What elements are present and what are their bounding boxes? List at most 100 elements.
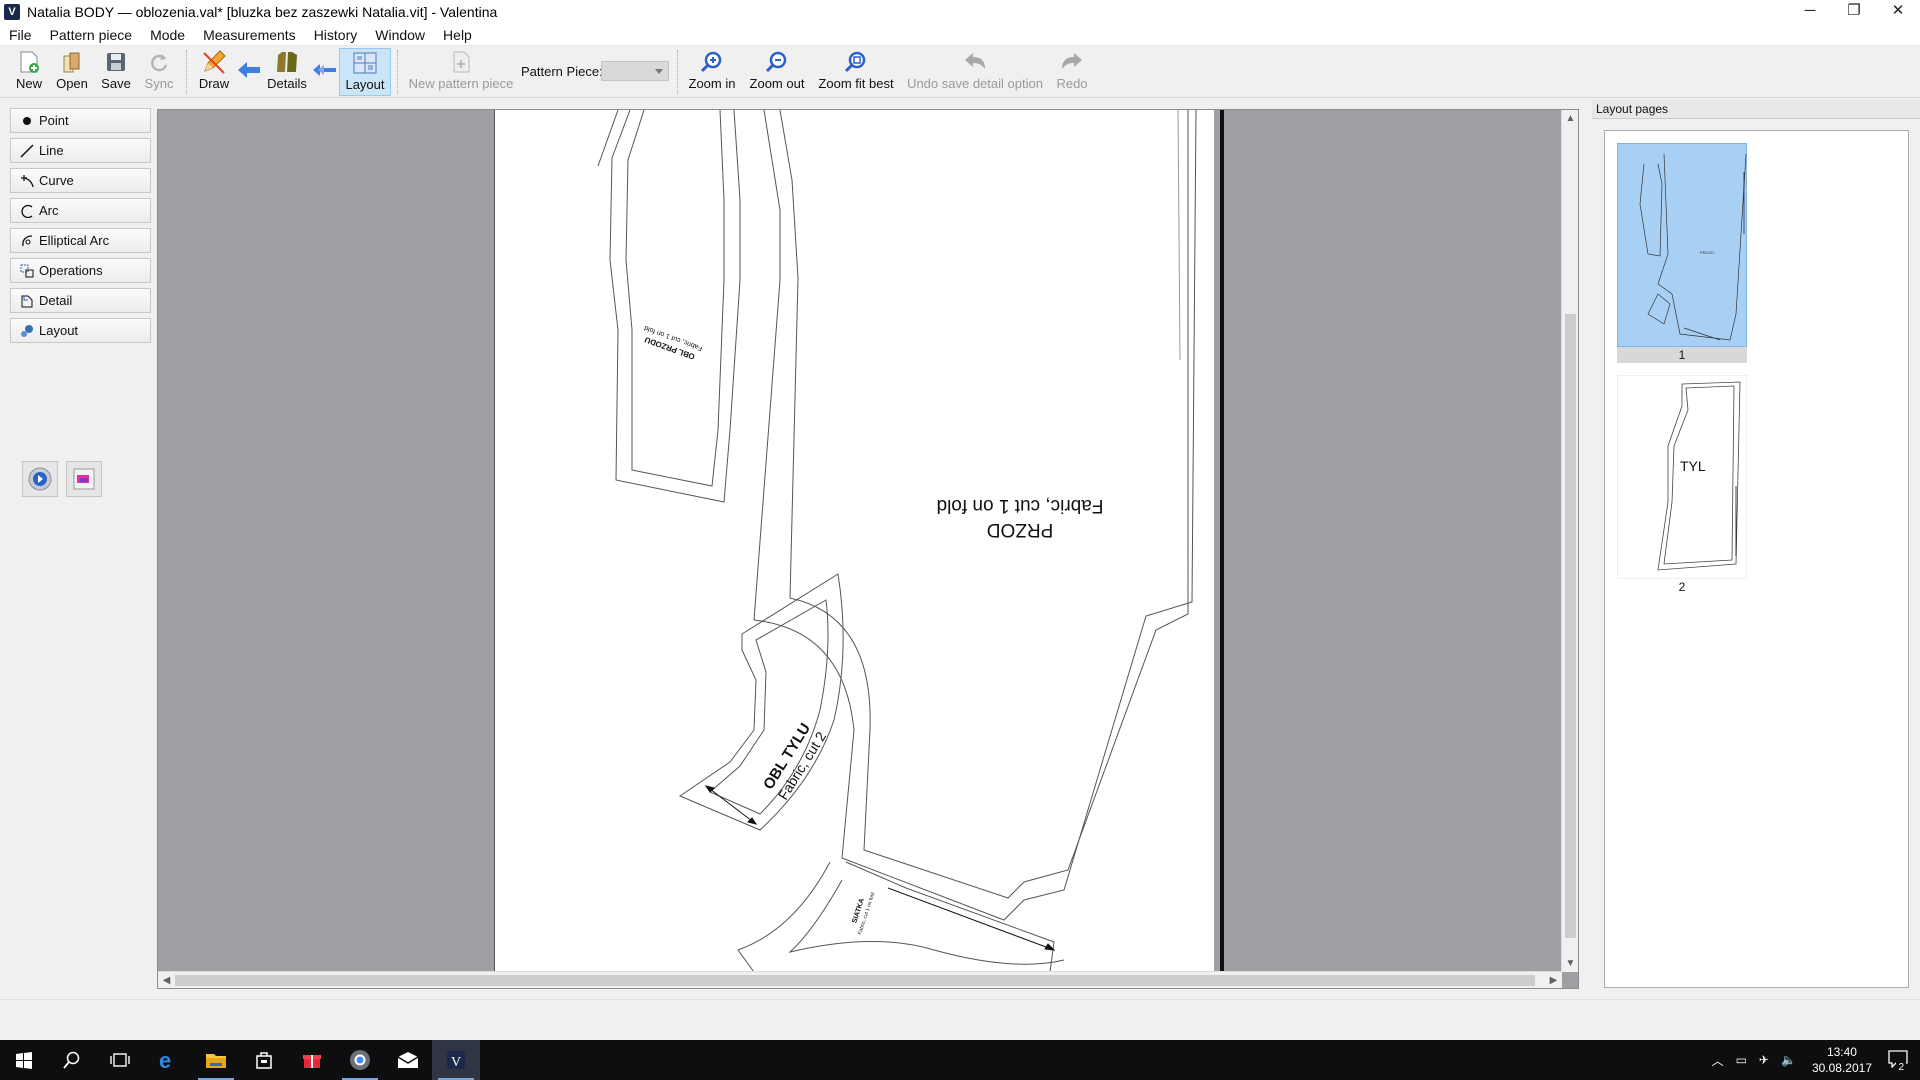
redo-button[interactable]: Redo	[1052, 48, 1092, 96]
status-bar	[0, 999, 1920, 1037]
page-1-preview-drawing: PRZOD	[1639, 153, 1747, 341]
new-pattern-piece-icon	[450, 48, 472, 76]
tool-line-button[interactable]: Line	[10, 138, 151, 163]
scroll-up-arrow-icon[interactable]: ▲	[1562, 110, 1578, 127]
layout-scene[interactable]: PRZOD Fabric, cut 1 on fold OBL TYLU Fab…	[157, 109, 1579, 989]
valentina-app-icon[interactable]: V	[4, 4, 20, 20]
taskbar-file-explorer[interactable]	[192, 1040, 240, 1080]
scroll-down-arrow-icon[interactable]: ▼	[1562, 955, 1578, 972]
scroll-left-arrow-icon[interactable]: ◀	[158, 972, 175, 988]
store-bag-icon	[256, 1052, 272, 1069]
details-garment-icon	[274, 48, 300, 76]
toolbar-separator	[677, 50, 678, 94]
pattern-piece-obl-przodu[interactable]	[597, 110, 741, 503]
scroll-right-arrow-icon[interactable]: ▶	[1545, 972, 1562, 988]
forward-arrow-button[interactable]	[312, 48, 338, 96]
main-toolbar: New Open Save Sync Draw Details Layout N…	[0, 46, 1920, 98]
details-mode-button[interactable]: Details	[264, 48, 310, 96]
unite-pages-button[interactable]	[66, 461, 102, 497]
vertical-scrollbar[interactable]: ▲ ▼	[1561, 110, 1578, 972]
vertical-scroll-thumb[interactable]	[1565, 314, 1576, 938]
menu-file[interactable]: File	[0, 24, 41, 46]
page-1-preview-label: PRZOD	[1700, 250, 1714, 255]
horizontal-scroll-thumb[interactable]	[175, 975, 1535, 986]
tool-detail-button[interactable]: Detail	[10, 288, 151, 313]
menu-history[interactable]: History	[305, 24, 367, 46]
taskbar-mail[interactable]	[384, 1040, 432, 1080]
toolbar-separator	[186, 50, 187, 94]
valentina-taskbar-icon: V	[447, 1051, 465, 1070]
pattern-piece-combobox[interactable]	[601, 61, 669, 81]
volume-icon[interactable]: 🔈	[1781, 1053, 1796, 1067]
pattern-piece-obl-tylu[interactable]	[678, 573, 844, 831]
tool-curve-button[interactable]: Curve	[10, 168, 151, 193]
horizontal-scrollbar[interactable]: ◀ ▶	[158, 971, 1562, 988]
new-file-icon	[18, 48, 40, 76]
mail-envelope-icon	[397, 1052, 419, 1068]
sync-icon	[148, 48, 170, 76]
menu-pattern-piece[interactable]: Pattern piece	[41, 24, 142, 46]
arrow-left-icon	[237, 48, 261, 92]
layout-page-thumbnail-1[interactable]: PRZOD 1	[1617, 143, 1747, 363]
taskbar-edge[interactable]: e	[144, 1040, 192, 1080]
zoom-in-button[interactable]: Zoom in	[686, 48, 738, 96]
restore-button[interactable]: ❐	[1832, 0, 1876, 24]
close-button[interactable]: ✕	[1876, 0, 1920, 24]
chrome-browser-icon	[350, 1050, 370, 1070]
layout-mode-button[interactable]: Layout	[339, 48, 391, 96]
toolbar-separator	[397, 50, 398, 94]
curve-icon	[19, 174, 35, 188]
task-view-button[interactable]	[96, 1040, 144, 1080]
menu-mode[interactable]: Mode	[141, 24, 194, 46]
tool-operations-button[interactable]: Operations	[10, 258, 151, 283]
zoom-fit-best-button[interactable]: Zoom fit best	[816, 48, 896, 96]
undo-save-detail-button[interactable]: Undo save detail option	[906, 48, 1044, 96]
zoom-fit-icon	[844, 48, 868, 76]
edge-browser-icon: e	[159, 1049, 171, 1071]
battery-icon[interactable]: ▭	[1736, 1053, 1747, 1067]
taskbar-store[interactable]	[240, 1040, 288, 1080]
point-icon	[19, 116, 35, 126]
taskbar-valentina[interactable]: V	[432, 1040, 480, 1080]
przod-piece-name: PRZOD	[987, 519, 1054, 540]
new-button[interactable]: New	[10, 48, 48, 96]
tool-elliptical-arc-button[interactable]: Elliptical Arc	[10, 228, 151, 253]
start-button[interactable]	[0, 1040, 48, 1080]
taskbar-gift-app[interactable]	[288, 1040, 336, 1080]
layout-grid-icon	[352, 49, 378, 77]
export-layout-icon	[73, 468, 95, 490]
menu-help[interactable]: Help	[434, 24, 481, 46]
search-button[interactable]	[48, 1040, 96, 1080]
taskbar-chrome[interactable]	[336, 1040, 384, 1080]
tool-point-button[interactable]: Point	[10, 108, 151, 133]
action-center-button[interactable]: 2	[1888, 1049, 1908, 1073]
layout-pages-list[interactable]: PRZOD 1 TYL 2	[1604, 130, 1909, 988]
svg-text:e: e	[159, 1049, 171, 1071]
tool-arc-button[interactable]: Arc	[10, 198, 151, 223]
save-button[interactable]: Save	[97, 48, 135, 96]
draw-mode-button[interactable]: Draw	[194, 48, 234, 96]
menu-window[interactable]: Window	[366, 24, 434, 46]
notification-count-badge: 2	[1896, 1061, 1906, 1073]
layout-settings-button[interactable]	[22, 461, 58, 497]
network-icon[interactable]: ✈	[1759, 1053, 1769, 1067]
layout-page-thumbnail-2[interactable]: TYL 2	[1617, 375, 1747, 595]
tool-layout-button[interactable]: Layout	[10, 318, 151, 343]
menu-measurements[interactable]: Measurements	[194, 24, 305, 46]
detail-icon	[19, 294, 35, 308]
page-2-piece-label: TYL	[1680, 458, 1706, 474]
undo-arrow-icon	[963, 48, 987, 76]
title-bar: V Natalia BODY — oblozenia.val* [bluzka …	[0, 0, 1920, 24]
zoom-out-button[interactable]: Zoom out	[746, 48, 808, 96]
minimize-button[interactable]: ─	[1788, 0, 1832, 24]
open-button[interactable]: Open	[52, 48, 92, 96]
new-pattern-piece-button[interactable]: New pattern piece	[406, 48, 516, 96]
show-hidden-icons-chevron-icon[interactable]: ︿	[1712, 1052, 1724, 1069]
menu-bar: File Pattern piece Mode Measurements His…	[0, 24, 1920, 46]
system-tray: ︿ ▭ ✈ 🔈 13:40 30.08.2017 2	[1706, 1040, 1920, 1080]
taskbar-clock[interactable]: 13:40 30.08.2017	[1812, 1044, 1872, 1076]
clock-time: 13:40	[1826, 1045, 1857, 1059]
back-arrow-button[interactable]	[236, 48, 262, 96]
sync-button[interactable]: Sync	[139, 48, 179, 96]
pattern-piece-siatka[interactable]	[737, 861, 1065, 972]
